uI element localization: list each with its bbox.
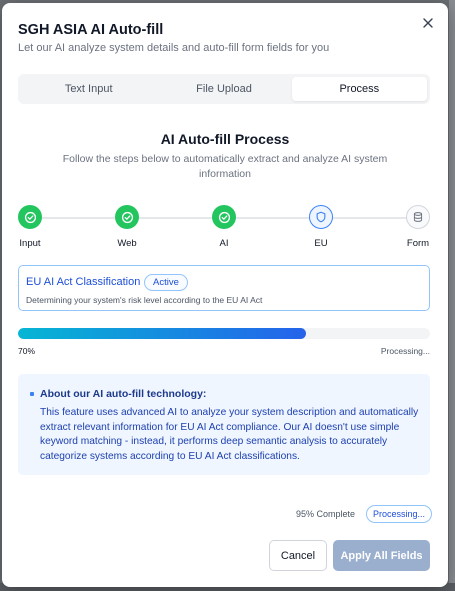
process-title: AI Auto-fill Process [160, 131, 290, 147]
dialog-subtitle: Let our AI analyze system details and au… [18, 42, 330, 54]
info-title: About our AI auto-fill technology: [40, 388, 207, 400]
step-ai: AI [204, 205, 244, 249]
progress-percent: 70% [18, 346, 36, 356]
step-web-indicator [115, 205, 139, 229]
database-icon [413, 212, 423, 222]
info-panel: About our AI auto-fill technology: This … [18, 374, 430, 475]
processing-badge: Processing... [366, 505, 433, 523]
step-web: Web [107, 205, 147, 249]
cancel-button[interactable]: Cancel [269, 540, 327, 571]
step-form: Form [398, 205, 438, 249]
bullet-icon [30, 392, 34, 396]
close-button[interactable] [420, 15, 436, 31]
step-input-indicator [18, 205, 42, 229]
step-eu: EU [301, 205, 341, 249]
step-input: Input [10, 205, 50, 249]
background-page [449, 0, 455, 591]
step-label: Web [117, 238, 137, 249]
shield-icon [316, 211, 326, 223]
close-icon [423, 18, 433, 28]
process-description: Follow the steps below to automatically … [62, 153, 388, 180]
tab-text-input[interactable]: Text Input [21, 77, 156, 101]
progress-fill [18, 328, 307, 339]
active-step-description: Determining your system's risk level acc… [26, 295, 263, 305]
dialog-title: SGH ASIA AI Auto-fill [18, 22, 164, 38]
progress-bar [18, 328, 430, 339]
auto-fill-dialog: SGH ASIA AI Auto-fill Let our AI analyze… [2, 3, 448, 587]
active-step-title: EU AI Act Classification [26, 276, 141, 288]
tab-process[interactable]: Process [291, 77, 427, 101]
step-form-indicator [406, 205, 430, 229]
step-label: Form [406, 238, 430, 249]
check-circle-icon [24, 211, 36, 223]
active-badge: Active [144, 274, 188, 291]
tab-bar: Text Input File Upload Process [18, 74, 430, 104]
complete-percent: 95% Complete [296, 509, 356, 519]
check-circle-icon [218, 211, 230, 223]
step-label: EU [314, 238, 328, 249]
check-circle-icon [121, 211, 133, 223]
step-label: AI [219, 238, 229, 249]
info-body: This feature uses advanced AI to analyze… [40, 407, 419, 462]
active-step-card: EU AI Act Classification Active Determin… [18, 265, 430, 311]
process-stepper: Input Web AI EU Form [18, 205, 430, 255]
step-ai-indicator [212, 205, 236, 229]
progress-status: Processing... [380, 346, 430, 356]
apply-all-fields-button[interactable]: Apply All Fields [333, 540, 430, 571]
tab-file-upload[interactable]: File Upload [156, 77, 291, 101]
step-label: Input [19, 238, 41, 249]
step-eu-indicator [309, 205, 333, 229]
